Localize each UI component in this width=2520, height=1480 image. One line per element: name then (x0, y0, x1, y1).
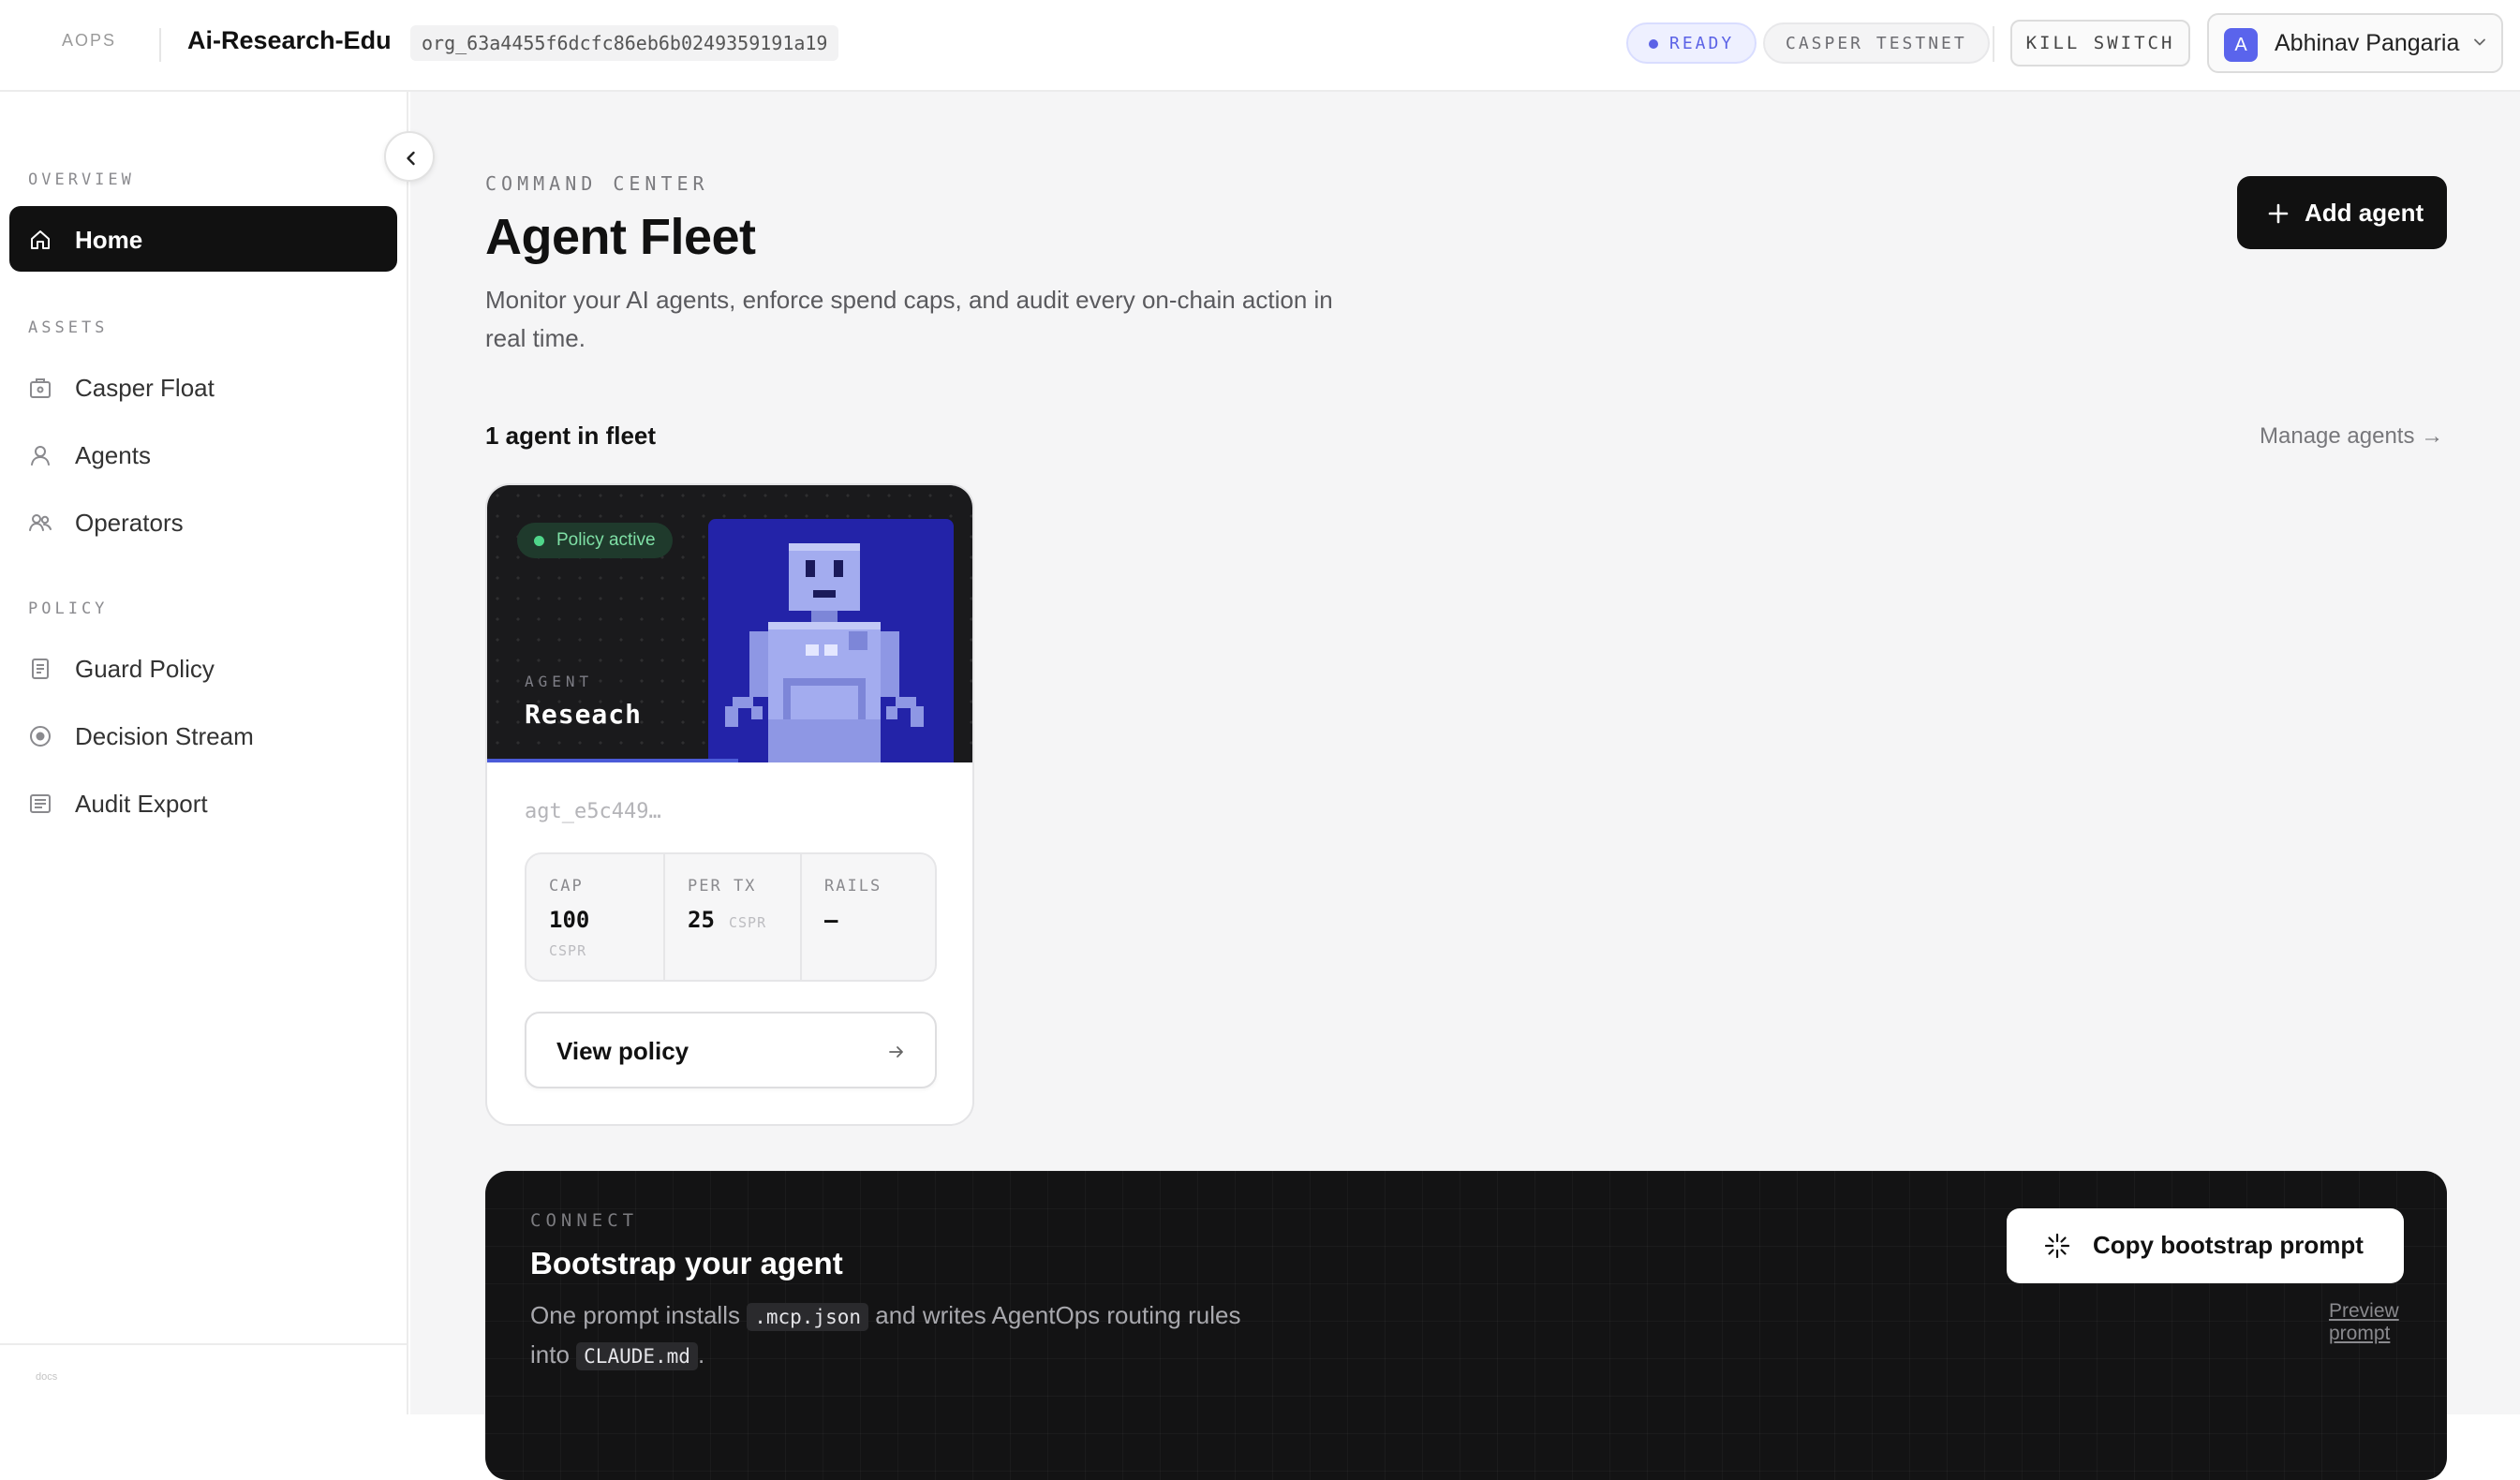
stat-label: PER TX (688, 877, 757, 895)
list-document-icon (30, 794, 51, 813)
stat-unit: CSPR (549, 942, 587, 959)
preview-prompt-link[interactable]: Preview prompt (2329, 1300, 2447, 1345)
manage-agents-link[interactable]: Manage agents → (2260, 423, 2443, 450)
connect-eyebrow: CONNECT (530, 1210, 639, 1231)
sidebar-footer-divider (0, 1343, 407, 1345)
sidebar-item-label: Decision Stream (75, 722, 254, 750)
user-menu[interactable]: A Abhinav Pangaria (2207, 13, 2503, 73)
sidebar: OVERVIEW Home ASSETS Casper Float Agents… (0, 92, 408, 1414)
status-dot-icon (1649, 39, 1658, 49)
desc-text: . (697, 1340, 705, 1369)
sidebar-item-label: Guard Policy (75, 655, 215, 683)
arrow-right-icon (889, 1046, 903, 1058)
stat-per-tx: PER TX 25 CSPR (663, 854, 800, 980)
app-logo[interactable]: AOPS (62, 31, 116, 51)
target-icon (30, 726, 51, 747)
user-icon (31, 446, 50, 466)
document-icon (32, 659, 49, 679)
avatar: A (2224, 28, 2258, 62)
section-label-assets: ASSETS (28, 318, 109, 337)
stat-value: — (824, 907, 838, 933)
vault-icon (30, 378, 51, 398)
view-policy-label: View policy (556, 1037, 689, 1065)
sidebar-item-label: Home (75, 226, 143, 254)
sidebar-item-decision-stream[interactable]: Decision Stream (9, 703, 397, 768)
main-content: COMMAND CENTER Agent Fleet Monitor your … (410, 92, 2520, 1480)
sidebar-item-home[interactable]: Home (9, 206, 397, 272)
status-dot-icon (534, 536, 544, 546)
code-snippet: CLAUDE.md (576, 1342, 698, 1370)
policy-status-badge: Policy active (517, 523, 673, 558)
page-description: Monitor your AI agents, enforce spend ca… (485, 286, 1333, 352)
org-id-badge[interactable]: org_63a4455f6dcfc86eb6b0249359191a19 (410, 25, 839, 61)
divider (159, 28, 161, 62)
sidebar-item-guard-policy[interactable]: Guard Policy (9, 635, 397, 701)
agent-card[interactable]: Policy active AGENT Reseach agt_e5c449… … (485, 483, 974, 1126)
home-icon (31, 230, 50, 249)
agent-card-hero: Policy active AGENT Reseach (487, 485, 972, 762)
sidebar-item-label: Casper Float (75, 374, 215, 402)
section-label-overview: OVERVIEW (28, 170, 135, 189)
user-name: Abhinav Pangaria (2275, 30, 2460, 56)
sidebar-item-label: Agents (75, 441, 151, 469)
code-snippet: .mcp.json (747, 1303, 869, 1331)
status-label: READY (1669, 34, 1735, 53)
sidebar-item-operators[interactable]: Operators (9, 489, 397, 555)
stat-value: 25 (688, 907, 715, 933)
section-label-policy: POLICY (28, 599, 109, 618)
copy-bootstrap-label: Copy bootstrap prompt (2093, 1231, 2364, 1259)
top-bar: AOPS Ai-Research-Edu org_63a4455f6dcfc86… (0, 0, 2520, 92)
stat-label: CAP (549, 877, 584, 895)
agent-id[interactable]: agt_e5c449… (525, 800, 661, 823)
fleet-count: 1 agent in fleet (485, 422, 657, 450)
sidebar-item-agents[interactable]: Agents (9, 422, 397, 487)
sparkle-icon (2044, 1233, 2070, 1259)
agent-stats: CAP 100 CSPR PER TX 25 CSPR RAILS — (525, 852, 937, 982)
hero-accent-line (487, 759, 738, 762)
chevron-down-icon (2474, 38, 2485, 46)
divider (1993, 26, 1994, 62)
desc-text: One prompt installs (530, 1301, 740, 1329)
page-eyebrow: COMMAND CENTER (485, 172, 709, 195)
agent-name: Reseach (525, 699, 643, 730)
policy-status-label: Policy active (556, 530, 656, 550)
view-policy-button[interactable]: View policy (525, 1012, 937, 1088)
stat-cap: CAP 100 CSPR (526, 854, 663, 980)
connect-description: One prompt installs .mcp.json and writes… (530, 1296, 1242, 1375)
sidebar-footer-link[interactable]: docs (36, 1371, 57, 1383)
sidebar-item-casper-float[interactable]: Casper Float (9, 354, 397, 420)
stat-label: RAILS (824, 877, 882, 895)
status-badge: READY (1626, 22, 1757, 64)
stat-unit: CSPR (729, 914, 767, 931)
plus-icon (2268, 203, 2289, 224)
stat-value: 100 (549, 907, 590, 933)
add-agent-label: Add agent (2305, 199, 2424, 227)
sidebar-item-label: Audit Export (75, 790, 208, 818)
org-name[interactable]: Ai-Research-Edu (187, 26, 392, 55)
sidebar-item-label: Operators (75, 509, 184, 537)
users-icon (29, 514, 52, 531)
connect-title: Bootstrap your agent (530, 1246, 843, 1280)
chevron-left-icon (407, 151, 415, 166)
copy-bootstrap-prompt-button[interactable]: Copy bootstrap prompt (2007, 1208, 2404, 1283)
agent-avatar (708, 519, 954, 762)
bootstrap-panel: CONNECT Bootstrap your agent One prompt … (485, 1171, 2447, 1480)
agent-eyebrow: AGENT (525, 673, 594, 690)
kill-switch-button[interactable]: KILL SWITCH (2010, 20, 2190, 67)
network-badge: CASPER TESTNET (1763, 22, 1990, 64)
sidebar-item-audit-export[interactable]: Audit Export (9, 770, 397, 836)
stat-rails: RAILS — (800, 854, 937, 980)
page-title: Agent Fleet (485, 209, 756, 265)
collapse-sidebar-button[interactable] (384, 131, 435, 182)
add-agent-button[interactable]: Add agent (2237, 176, 2447, 249)
robot-avatar-icon (725, 543, 924, 762)
